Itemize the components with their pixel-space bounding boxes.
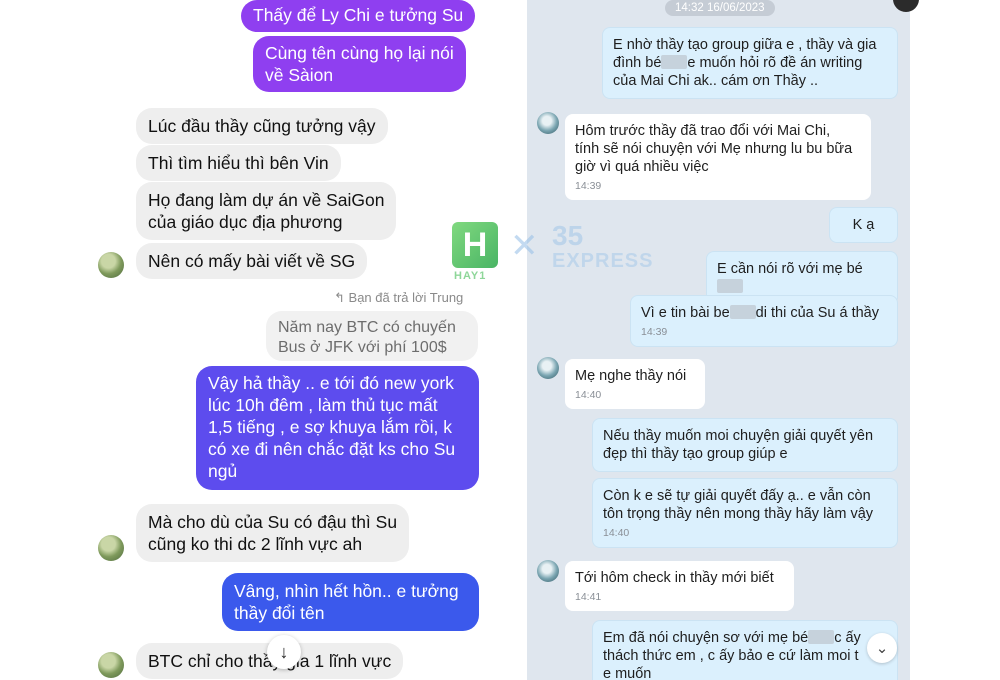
message-text: lúc 10h đêm , làm thủ tục mất <box>208 395 438 415</box>
message-line: đình bé e muốn hỏi rõ đề án writing <box>613 54 887 72</box>
message-bubble-outgoing[interactable]: Vì e tin bài be di thi của Su á thầy 14:3… <box>630 295 898 347</box>
contact-avatar[interactable] <box>537 357 559 379</box>
message-text: của Mai Chi ak.. cám ơn Thầy .. <box>613 73 819 89</box>
message-text: Hôm trước thầy đã trao đổi với Mai Chi, <box>575 123 831 139</box>
message-text: có xe đi nên chắc đặt ks cho Su <box>208 439 456 459</box>
message-text: thách thức em , c ấy bảo e cứ làm moi t <box>603 648 859 664</box>
message-text: ngủ <box>208 461 238 481</box>
message-text: E cần nói rõ với mẹ bé <box>717 261 863 277</box>
reply-note-text: Bạn đã trả lời Trung <box>348 290 464 305</box>
message-bubble-outgoing[interactable]: Vậy hả thầy .. e tới đó new york lúc 10h… <box>196 366 479 490</box>
message-bubble-outgoing[interactable]: Còn k e sẽ tự giải quyết đấy ạ.. e vẫn c… <box>592 478 898 548</box>
message-bubble-outgoing[interactable]: K ạ <box>829 207 898 243</box>
message-bubble-incoming[interactable]: Lúc đầu thầy cũng tưởng vậy <box>136 108 388 144</box>
message-text: Vậy hả thầy .. e tới đó new york <box>208 373 454 393</box>
message-bubble-outgoing[interactable]: Nếu thầy muốn moi chuyện giải quyết yên … <box>592 418 898 472</box>
contact-avatar[interactable] <box>98 252 124 278</box>
reply-arrow-icon: ↰ <box>334 290 345 305</box>
scroll-to-bottom-button[interactable]: ↓ <box>267 635 301 669</box>
date-separator: 14:32 16/06/2023 <box>665 0 775 16</box>
redacted-blur <box>729 305 756 319</box>
message-text: Thì tìm hiểu thì bên Vin <box>148 153 329 173</box>
message-text: đình bé <box>613 55 662 71</box>
message-bubble-incoming[interactable]: Tới hôm check in thầy mới biết 14:41 <box>565 561 794 611</box>
message-text: đẹp thì thầy tạo group giúp e <box>603 446 788 462</box>
message-text: Tới hôm check in thầy mới biết <box>575 570 774 586</box>
messenger-panel: Thấy để Ly Chi e tưởng Su Cùng tên cùng … <box>88 0 508 680</box>
message-text: di thi của Su á thầy <box>755 305 879 321</box>
message-time: 14:39 <box>641 326 668 338</box>
zalo-panel: 14:32 16/06/2023 E nhờ thầy tạo group gi… <box>527 0 910 680</box>
message-text: Cùng tên cùng họ lại nói <box>265 43 454 63</box>
message-text: tính sẽ nói chuyện với Mẹ nhưng lu bu bữ… <box>575 141 853 157</box>
reply-indicator: ↰ Bạn đã trả lời Trung <box>334 290 463 306</box>
contact-avatar[interactable] <box>537 112 559 134</box>
chevron-down-icon: ⌄ <box>875 640 889 657</box>
message-text: e muốn hỏi rõ đề án writing <box>687 55 863 71</box>
redacted-blur <box>808 630 835 644</box>
contact-avatar[interactable] <box>537 560 559 582</box>
screenshot-stage: Thấy để Ly Chi e tưởng Su Cùng tên cùng … <box>0 0 1000 680</box>
message-text: Nếu thầy muốn moi chuyện giải quyết yên <box>603 428 874 444</box>
message-text: Mà cho dù của Su có đậu thì Su <box>148 512 398 532</box>
message-bubble-incoming[interactable]: Hôm trước thầy đã trao đổi với Mai Chi, … <box>565 114 871 200</box>
message-text: Vì e tin bài be <box>641 305 730 321</box>
message-text: Lúc đầu thầy cũng tưởng vậy <box>148 116 376 136</box>
redacted-blur <box>717 279 743 293</box>
message-time: 14:41 <box>575 591 602 603</box>
message-text: giờ vì quá nhiều việc <box>575 159 709 175</box>
message-bubble-outgoing[interactable]: E nhờ thầy tạo group giữa e , thầy và gi… <box>602 27 898 99</box>
message-bubble-outgoing[interactable]: Thấy để Ly Chi e tưởng Su <box>241 0 476 32</box>
quoted-message[interactable]: Năm nay BTC có chuyến Bus ở JFK với phí … <box>266 311 478 361</box>
message-time: 14:40 <box>575 389 602 401</box>
message-text: Em đã nói chuyện sơ với mẹ bé <box>603 630 809 646</box>
message-text: của giáo dục địa phương <box>148 212 343 232</box>
message-bubble-incoming[interactable]: Mẹ nghe thầy nói 14:40 <box>565 359 705 409</box>
contact-avatar[interactable] <box>98 652 124 678</box>
message-line: Vì e tin bài be di thi của Su á thầy <box>641 304 887 322</box>
quoted-text: Bus ở JFK với phí 100$ <box>278 339 447 356</box>
message-bubble-outgoing[interactable]: Vâng, nhìn hết hồn.. e tưởng thầy đổi tê… <box>222 573 479 631</box>
quoted-text: Năm nay BTC có chuyến <box>278 319 456 336</box>
message-text: E nhờ thầy tạo group giữa e , thầy và gi… <box>613 37 877 53</box>
message-bubble-outgoing[interactable]: Cùng tên cùng họ lại nói về Sàion <box>253 36 466 92</box>
arrow-down-icon: ↓ <box>279 641 289 662</box>
message-text: e muốn <box>603 666 652 680</box>
message-text: Còn k e sẽ tự giải quyết đấy ạ.. e vẫn c… <box>603 488 871 504</box>
message-bubble-incoming[interactable]: Thì tìm hiểu thì bên Vin <box>136 145 341 181</box>
message-line: Em đã nói chuyện sơ với mẹ bé c ấy <box>603 629 887 647</box>
contact-avatar[interactable] <box>98 535 124 561</box>
message-time: 14:39 <box>575 180 602 192</box>
scroll-to-bottom-button[interactable]: ⌄ <box>867 633 897 663</box>
message-bubble-incoming[interactable]: Nên có mấy bài viết về SG <box>136 243 368 279</box>
redacted-blur <box>661 55 688 69</box>
message-text: Thấy để Ly Chi e tưởng Su <box>253 5 464 25</box>
message-text: Mẹ nghe thầy nói <box>575 368 687 384</box>
message-text: tôn trọng thầy nên mong thầy hãy làm vậy <box>603 506 874 522</box>
message-bubble-outgoing[interactable]: Em đã nói chuyện sơ với mẹ bé c ấy thách … <box>592 620 898 680</box>
message-text: c ấy <box>834 630 861 646</box>
message-text: thầy đổi tên <box>234 603 325 623</box>
message-text: Họ đang làm dự án về SaiGon <box>148 190 385 210</box>
message-text: cũng ko thi dc 2 lĩnh vực ah <box>148 534 363 554</box>
message-text: Nên có mấy bài viết về SG <box>148 251 356 271</box>
message-bubble-incoming[interactable]: Họ đang làm dự án về SaiGon của giáo dục… <box>136 182 397 240</box>
message-text: Vâng, nhìn hết hồn.. e tưởng <box>234 581 459 601</box>
message-text: 1,5 tiếng , e sợ khuya lắm rồi, k <box>208 417 452 437</box>
message-bubble-incoming[interactable]: Mà cho dù của Su có đậu thì Su cũng ko t… <box>136 504 410 562</box>
message-time: 14:40 <box>603 527 630 539</box>
message-text: K ạ <box>852 217 875 233</box>
message-text: về Sàion <box>265 65 334 85</box>
